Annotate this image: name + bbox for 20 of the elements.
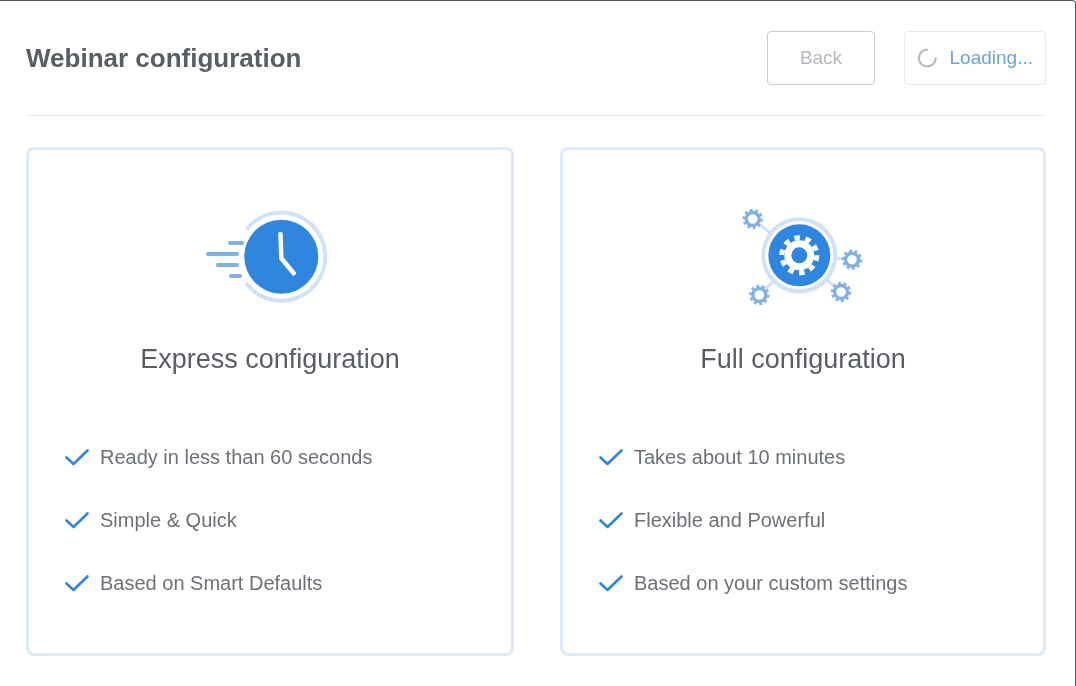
option-card[interactable]: Express configuration Ready in less than 60 seconds Simple & Quick Based on Smart Defaults <box>26 147 514 656</box>
check-icon <box>599 511 623 529</box>
feature-text: Simple & Quick <box>100 508 237 532</box>
feature-text: Flexible and Powerful <box>634 508 826 532</box>
feature-text: Based on Smart Defaults <box>100 571 323 595</box>
page-title: Webinar configuration <box>26 42 302 74</box>
feature-text: Ready in less than 60 seconds <box>100 445 373 469</box>
option-card[interactable]: Full configuration Takes about 10 minutes Flexible and Powerful Based on your custom settings <box>560 147 1046 656</box>
check-icon <box>65 511 89 529</box>
check-icon <box>599 448 623 466</box>
check-icon <box>599 574 623 592</box>
feature-text: Takes about 10 minutes <box>634 445 846 469</box>
option-title: Full configuration <box>700 343 906 376</box>
gears-icon <box>741 207 865 307</box>
clock-icon <box>205 210 327 304</box>
option-title: Express configuration <box>140 343 400 376</box>
feature-text: Based on your custom settings <box>634 571 908 595</box>
check-icon <box>65 574 89 592</box>
spinner-icon <box>917 47 938 69</box>
check-icon <box>65 448 89 466</box>
